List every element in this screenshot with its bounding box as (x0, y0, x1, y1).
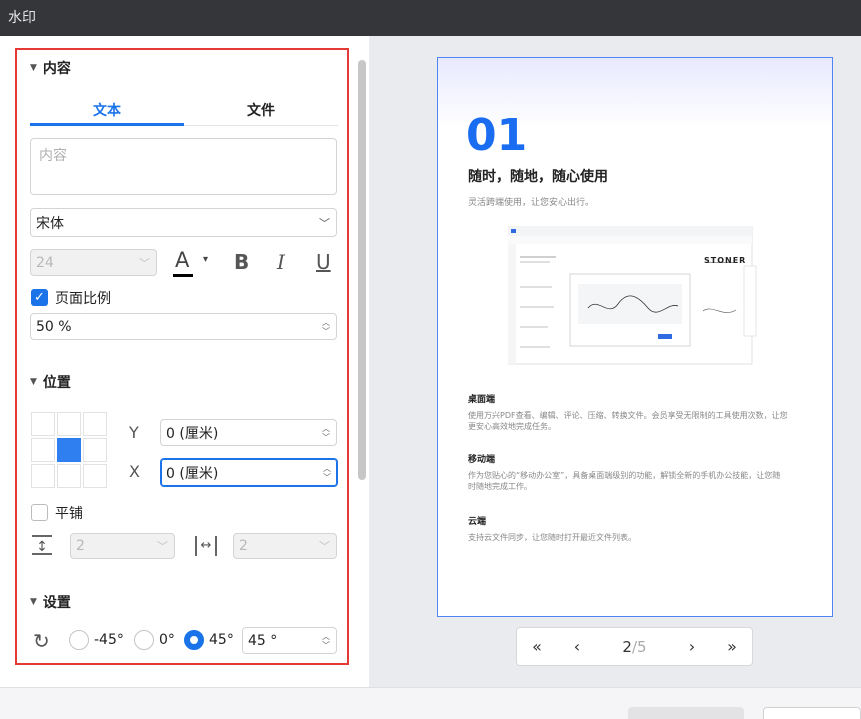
x-offset-input[interactable]: 0 (厘米) ︿ ﹀ (160, 458, 338, 487)
chevron-down-icon: ﹀ (157, 540, 168, 553)
tab-text[interactable]: 文本 (30, 96, 184, 126)
position-grid[interactable] (31, 412, 109, 490)
position-cell-top-left[interactable] (31, 412, 55, 436)
page-scale-input[interactable]: 50 % ︿ ﹀ (30, 313, 337, 340)
position-cell-bottom-center[interactable] (57, 464, 81, 488)
rotation-45-label: 45° (209, 632, 234, 648)
tile-horizontal-spacing-select[interactable]: 2 ﹀ (233, 533, 337, 559)
next-page-button[interactable]: › (672, 637, 712, 656)
font-size-value: 24 (36, 254, 54, 271)
block-desktop-text: 使用万兴PDF查看、编辑、评论、压缩、转换文件。会员享受无限制的工具使用次数，让… (468, 411, 788, 431)
panel-scrollbar[interactable] (358, 60, 366, 480)
page-subline: 灵活跨端使用，让您安心出行。 (468, 198, 595, 208)
vertical-spacing-icon: ↕ (32, 535, 52, 555)
footer-primary-button[interactable] (628, 707, 744, 719)
chevron-down-icon: ﹀ (319, 540, 330, 553)
horizontal-spacing-icon: ↔ (195, 536, 217, 556)
font-select[interactable]: 宋体 ﹀ (30, 208, 337, 237)
current-page: 2 (622, 637, 632, 656)
rotation-0-label: 0° (159, 632, 175, 648)
position-cell-bottom-left[interactable] (31, 464, 55, 488)
y-label: Y (129, 423, 139, 442)
position-section-title: 位置 (42, 375, 71, 391)
content-section-header[interactable]: ▼ 内容 (30, 58, 71, 78)
x-label: X (129, 462, 140, 481)
spinner-icon[interactable]: ︿ ﹀ (323, 464, 331, 482)
window-title: 水印 (0, 0, 861, 36)
preview-page: 01 随时，随地，随心使用 灵活跨端使用，让您安心出行。 STONER 桌面端 … (437, 57, 833, 617)
position-section-header[interactable]: ▼ 位置 (30, 372, 71, 392)
bold-icon[interactable]: B (234, 250, 249, 274)
prev-page-button[interactable]: ‹ (557, 637, 597, 656)
position-cell-bottom-right[interactable] (83, 464, 107, 488)
chevron-down-icon: ﹀ (319, 216, 330, 230)
page-scale-value: 50 % (36, 318, 72, 335)
italic-icon[interactable]: I (277, 250, 285, 274)
watermark-text-placeholder: 内容 (39, 148, 67, 164)
block-desktop-title: 桌面端 (468, 395, 496, 405)
spinner-icon[interactable]: ︿ ﹀ (322, 318, 330, 336)
watermark-text-input[interactable]: 内容 (30, 138, 337, 195)
rotation-radio-45[interactable] (184, 630, 204, 650)
page-scale-checkbox[interactable]: ✓ (31, 289, 48, 306)
position-cell-middle-left[interactable] (31, 438, 55, 462)
page-section-number: 01 (466, 110, 528, 161)
spinner-icon[interactable]: ︿ ﹀ (322, 632, 330, 650)
y-offset-input[interactable]: 0 (厘米) ︿ ﹀ (160, 419, 337, 446)
color-swatch (173, 274, 193, 277)
rotation-radio-0[interactable] (134, 630, 154, 650)
font-select-value: 宋体 (36, 215, 64, 232)
total-pages: /5 (631, 637, 647, 656)
position-cell-middle-center[interactable] (57, 438, 81, 462)
block-cloud-title: 云端 (468, 517, 487, 527)
position-cell-top-right[interactable] (83, 412, 107, 436)
content-section-title: 内容 (42, 61, 71, 77)
x-offset-value: 0 (厘米) (166, 465, 219, 482)
position-cell-top-center[interactable] (57, 412, 81, 436)
collapse-triangle-icon: ▼ (30, 63, 37, 73)
rotation-angle-value: 45 ° (248, 632, 278, 649)
footer-secondary-button[interactable] (763, 707, 861, 719)
rotation-angle-input[interactable]: 45 ° ︿ ﹀ (242, 627, 337, 654)
collapse-triangle-icon: ▼ (30, 597, 37, 607)
chevron-down-icon: ▾ (203, 254, 209, 265)
page-indicator[interactable]: 2/5 (597, 638, 672, 656)
rotate-icon: ↻ (33, 629, 50, 653)
block-cloud-text: 支持云文件同步，让您随时打开最近文件列表。 (468, 533, 636, 542)
chevron-down-icon: ﹀ (139, 256, 150, 270)
tile-vertical-spacing-value: 2 (76, 538, 85, 554)
position-cell-middle-right[interactable] (83, 438, 107, 462)
font-size-select[interactable]: 24 ﹀ (30, 249, 157, 276)
mock-logo: STONER (704, 256, 747, 265)
tile-label: 平铺 (55, 506, 83, 522)
spinner-icon[interactable]: ︿ ﹀ (322, 424, 330, 442)
page-headline: 随时，随地，随心使用 (468, 169, 608, 185)
rotation-radio-neg45[interactable] (69, 630, 89, 650)
settings-section-title: 设置 (42, 595, 71, 611)
first-page-button[interactable]: « (517, 637, 557, 656)
tile-vertical-spacing-select[interactable]: 2 ﹀ (70, 533, 175, 559)
app-screenshot-illustration (508, 226, 757, 365)
block-mobile-text: 作为您贴心的“移动办公室”，具备桌面端级别的功能，解锁全新的手机办公技能，让您随… (468, 471, 781, 491)
block-mobile-title: 移动端 (468, 455, 496, 465)
tile-checkbox[interactable] (31, 504, 48, 521)
page-navigator: « ‹ 2/5 › » (516, 627, 753, 666)
text-color-button[interactable]: A ▾ (173, 248, 217, 278)
underline-icon[interactable]: U (316, 250, 331, 274)
rotation-neg45-label: -45° (94, 632, 124, 648)
settings-section-header[interactable]: ▼ 设置 (30, 592, 71, 612)
page-scale-label: 页面比例 (55, 291, 111, 307)
font-color-icon: A (175, 248, 190, 272)
collapse-triangle-icon: ▼ (30, 377, 37, 387)
tab-file[interactable]: 文件 (184, 96, 338, 126)
tile-horizontal-spacing-value: 2 (239, 538, 248, 554)
y-offset-value: 0 (厘米) (166, 425, 219, 442)
last-page-button[interactable]: » (712, 637, 752, 656)
